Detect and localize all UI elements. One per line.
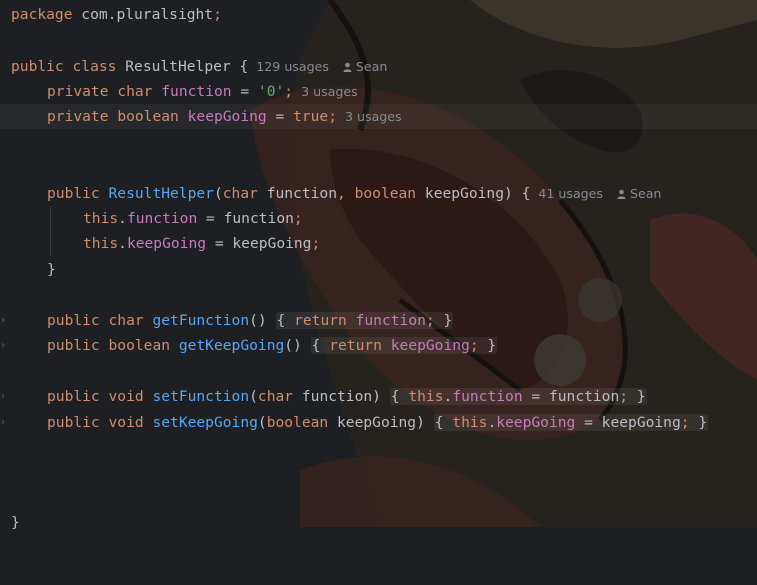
user-icon xyxy=(617,189,626,199)
code-line-field-keepgoing: private boolean keepGoing = true; 3 usage… xyxy=(0,104,757,129)
code-line-assign-function: this.function = function; xyxy=(83,210,303,227)
folded-block[interactable]: { this.keepGoing = keepGoing; } xyxy=(433,414,709,431)
param-function: function xyxy=(266,185,337,202)
fold-chevron-icon[interactable]: › xyxy=(0,418,6,428)
code-line-setfunction: public void setFunction(char function) {… xyxy=(47,388,647,405)
keepgoing-usage-hint[interactable]: 3 usages xyxy=(345,109,402,124)
code-line-class-close: } xyxy=(0,510,757,535)
code-line-assign-keepgoing: this.keepGoing = keepGoing; xyxy=(83,235,321,252)
keyword-public: public xyxy=(47,312,100,329)
field-function: function xyxy=(452,388,523,405)
keyword-public: public xyxy=(47,414,100,431)
close-brace: } xyxy=(11,514,20,531)
keyword-char: char xyxy=(108,312,144,329)
constructor-author[interactable]: Sean xyxy=(630,186,661,201)
code-line-constructor-close: } xyxy=(0,257,757,282)
class-name: ResultHelper xyxy=(125,58,231,75)
keyword-char: char xyxy=(222,185,258,202)
field-function: function xyxy=(126,210,198,227)
code-line-setkeepgoing: public void setKeepGoing(boolean keepGoi… xyxy=(47,414,709,431)
semicolon: ; xyxy=(311,235,321,252)
keyword-boolean: boolean xyxy=(266,414,329,431)
open-brace: { xyxy=(239,58,249,75)
fold-chevron-icon[interactable]: › xyxy=(0,316,6,326)
keyword-boolean: boolean xyxy=(354,185,417,202)
keyword-this: this xyxy=(83,235,119,252)
param-keepgoing: keepGoing xyxy=(232,235,312,252)
keyword-char: char xyxy=(117,83,153,100)
user-icon xyxy=(343,62,352,72)
code-line-class-declaration: public class ResultHelper {129 usages Sea… xyxy=(0,54,757,79)
code-line-package: package com.pluralsight; xyxy=(0,2,757,27)
keyword-class: class xyxy=(72,58,117,75)
class-usage-hint[interactable]: 129 usages Sean xyxy=(256,59,387,74)
keyword-boolean: boolean xyxy=(108,337,171,354)
keyword-char: char xyxy=(257,388,294,405)
keyword-this: this xyxy=(408,388,444,405)
keyword-public: public xyxy=(11,58,64,75)
code-line-getkeepgoing: public boolean getKeepGoing() { return k… xyxy=(47,337,498,354)
keyword-this: this xyxy=(83,210,119,227)
operator-assign: = xyxy=(231,83,258,100)
operator-assign: = xyxy=(206,235,233,252)
keyword-public: public xyxy=(47,337,100,354)
keyword-public: public xyxy=(47,388,100,405)
keyword-boolean: boolean xyxy=(117,108,179,125)
char-literal: '0' xyxy=(257,83,285,100)
keyword-private: private xyxy=(47,108,109,125)
open-brace: { xyxy=(521,185,531,202)
keyword-void: void xyxy=(108,414,144,431)
fold-chevron-icon[interactable]: › xyxy=(0,341,6,351)
operator-assign: = xyxy=(197,210,224,227)
method-getkeepgoing: getKeepGoing xyxy=(178,337,285,354)
keyword-package: package xyxy=(11,6,73,23)
constructor-usage-hint[interactable]: 41 usages Sean xyxy=(538,186,661,201)
folded-block[interactable]: { return keepGoing; } xyxy=(310,337,498,354)
keyword-return: return xyxy=(294,312,347,329)
method-setfunction: setFunction xyxy=(152,388,250,405)
package-name: com.pluralsight xyxy=(72,6,214,23)
fold-chevron-icon[interactable]: › xyxy=(0,392,6,402)
semicolon: ; xyxy=(293,210,303,227)
keyword-public: public xyxy=(47,185,100,202)
indent-guide xyxy=(50,206,51,256)
keyword-this: this xyxy=(452,414,488,431)
param-function: function xyxy=(301,388,373,405)
class-author[interactable]: Sean xyxy=(356,59,387,74)
method-setkeepgoing: setKeepGoing xyxy=(152,414,258,431)
folded-block[interactable]: { return function; } xyxy=(275,312,454,329)
code-line-constructor: public ResultHelper(char function, boole… xyxy=(47,185,662,202)
true-literal: true xyxy=(293,108,329,125)
operator-assign: = xyxy=(266,108,294,125)
field-keepgoing: keepGoing xyxy=(187,108,267,125)
keyword-void: void xyxy=(108,388,144,405)
folded-block[interactable]: { this.function = function; } xyxy=(389,388,647,405)
semicolon: ; xyxy=(213,6,222,23)
semicolon: ; xyxy=(284,83,294,100)
code-editor[interactable]: package com.pluralsight; public class Re… xyxy=(0,0,757,531)
constructor-name: ResultHelper xyxy=(108,185,214,202)
code-line-field-function: private char function = '0'; 3 usages xyxy=(0,79,757,104)
field-function: function xyxy=(161,83,232,100)
keyword-private: private xyxy=(47,83,109,100)
keyword-return: return xyxy=(329,337,382,354)
param-function: function xyxy=(223,210,294,227)
field-keepgoing: keepGoing xyxy=(126,235,207,252)
class-usages-count[interactable]: 129 usages xyxy=(256,59,329,74)
constructor-usages-count[interactable]: 41 usages xyxy=(538,186,603,201)
function-usage-hint[interactable]: 3 usages xyxy=(301,84,358,99)
field-keepgoing: keepGoing xyxy=(390,337,470,354)
param-keepgoing: keepGoing xyxy=(424,185,504,202)
code-line-getfunction: public char getFunction() { return funct… xyxy=(47,312,454,329)
semicolon: ; xyxy=(328,108,338,125)
method-getfunction: getFunction xyxy=(152,312,250,329)
param-keepgoing: keepGoing xyxy=(337,414,417,431)
close-brace: } xyxy=(47,261,56,278)
field-keepgoing: keepGoing xyxy=(496,414,576,431)
field-function: function xyxy=(355,312,426,329)
